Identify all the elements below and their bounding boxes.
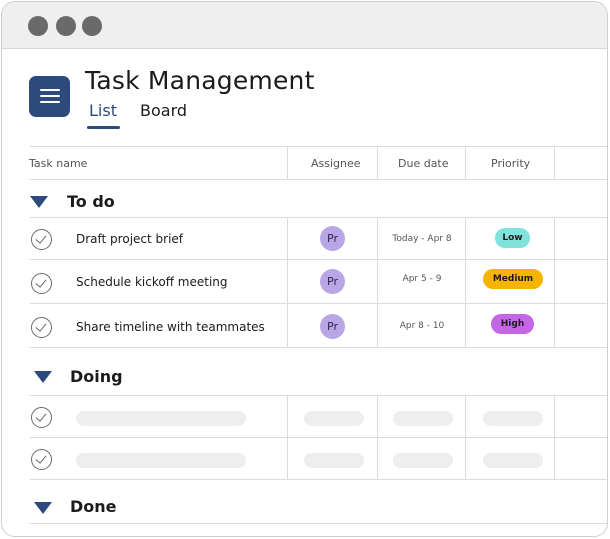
divider bbox=[30, 303, 607, 304]
tab-board[interactable]: Board bbox=[140, 101, 187, 120]
triangle-down-icon[interactable] bbox=[30, 196, 48, 208]
check-circle-icon[interactable] bbox=[31, 317, 52, 338]
divider bbox=[30, 437, 607, 438]
placeholder-bar bbox=[76, 411, 246, 426]
check-circle-icon[interactable] bbox=[31, 449, 52, 470]
placeholder-bar bbox=[76, 453, 246, 468]
divider bbox=[30, 217, 607, 218]
priority-badge[interactable]: Medium bbox=[483, 269, 543, 289]
section-title-done[interactable]: Done bbox=[70, 497, 117, 516]
placeholder-bar bbox=[304, 453, 364, 468]
window-close-button[interactable] bbox=[28, 16, 48, 36]
priority-badge[interactable]: High bbox=[491, 314, 534, 334]
avatar[interactable]: Pr bbox=[320, 226, 345, 251]
divider bbox=[30, 395, 607, 396]
divider bbox=[554, 146, 555, 180]
app-title: Task Management bbox=[85, 66, 315, 95]
divider bbox=[465, 217, 466, 347]
check-circle-icon[interactable] bbox=[31, 407, 52, 428]
window-maximize-button[interactable] bbox=[82, 16, 102, 36]
task-name[interactable]: Schedule kickoff meeting bbox=[76, 275, 228, 289]
divider bbox=[30, 479, 607, 480]
check-circle-icon[interactable] bbox=[31, 229, 52, 250]
avatar[interactable]: Pr bbox=[320, 269, 345, 294]
divider bbox=[30, 347, 607, 348]
divider bbox=[30, 523, 607, 524]
placeholder-bar bbox=[483, 411, 543, 426]
section-title-todo[interactable]: To do bbox=[67, 192, 115, 211]
due-date[interactable]: Apr 8 - 10 bbox=[379, 321, 465, 331]
placeholder-bar bbox=[483, 453, 543, 468]
divider bbox=[465, 146, 466, 180]
placeholder-bar bbox=[393, 453, 453, 468]
window-titlebar bbox=[2, 2, 607, 49]
column-header-priority[interactable]: Priority bbox=[491, 157, 530, 170]
priority-badge[interactable]: Low bbox=[495, 228, 530, 248]
triangle-down-icon[interactable] bbox=[34, 371, 52, 383]
task-name[interactable]: Draft project brief bbox=[76, 232, 183, 246]
task-name[interactable]: Share timeline with teammates bbox=[76, 320, 265, 334]
column-header-due-date[interactable]: Due date bbox=[398, 157, 449, 170]
divider bbox=[287, 217, 288, 347]
divider bbox=[287, 146, 288, 180]
due-date[interactable]: Today - Apr 8 bbox=[379, 234, 465, 244]
section-title-doing[interactable]: Doing bbox=[70, 367, 123, 386]
placeholder-bar bbox=[393, 411, 453, 426]
column-header-assignee[interactable]: Assignee bbox=[311, 157, 361, 170]
column-header-task-name[interactable]: Task name bbox=[29, 157, 87, 170]
divider bbox=[30, 179, 607, 180]
divider bbox=[30, 146, 607, 147]
app-window: Task Management List Board Task name Ass… bbox=[1, 1, 608, 537]
divider bbox=[554, 217, 555, 347]
divider bbox=[377, 217, 378, 347]
avatar[interactable]: Pr bbox=[320, 314, 345, 339]
divider bbox=[30, 259, 607, 260]
divider bbox=[377, 146, 378, 180]
menu-icon[interactable] bbox=[29, 76, 70, 117]
tab-active-indicator bbox=[87, 126, 120, 129]
check-circle-icon[interactable] bbox=[31, 273, 52, 294]
due-date[interactable]: Apr 5 - 9 bbox=[379, 274, 465, 284]
placeholder-bar bbox=[304, 411, 364, 426]
window-minimize-button[interactable] bbox=[56, 16, 76, 36]
triangle-down-icon[interactable] bbox=[34, 502, 52, 514]
tab-list[interactable]: List bbox=[89, 101, 117, 120]
